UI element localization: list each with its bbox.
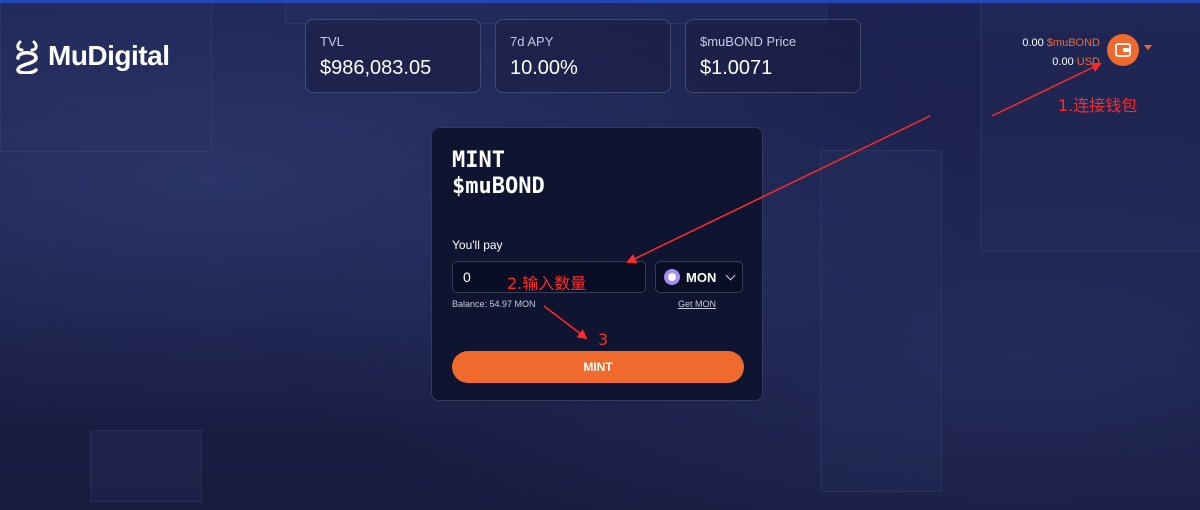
annotation-step3: 3 — [598, 330, 609, 349]
arrow-to-mint — [543, 305, 588, 340]
arrow-to-amount — [626, 115, 931, 264]
annotation-step2: 2.输入数量 — [507, 274, 587, 293]
annotation-step1: 1.连接钱包 — [1058, 96, 1138, 115]
annotation-arrows — [543, 62, 1102, 340]
